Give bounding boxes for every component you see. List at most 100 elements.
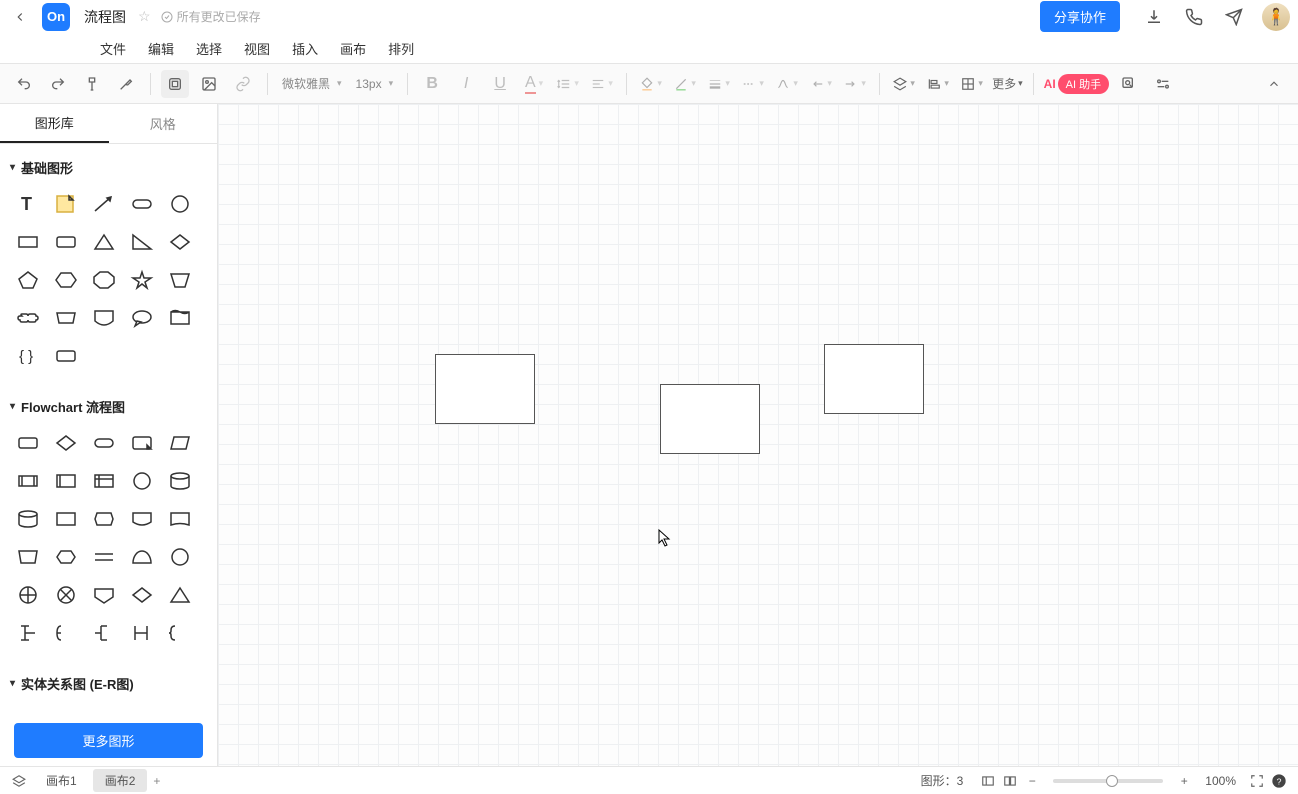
speech-shape[interactable] [124,301,160,335]
menu-canvas[interactable]: 画布 [340,39,366,58]
connector-button[interactable] [773,70,801,98]
octagon-shape[interactable] [86,263,122,297]
note-shape[interactable] [48,187,84,221]
xor-shape[interactable] [48,578,84,612]
stroke-style-button[interactable] [739,70,767,98]
canvas-rectangle[interactable] [824,344,924,414]
eyedropper-button[interactable] [112,70,140,98]
sum-shape[interactable] [10,578,46,612]
internal-storage-shape[interactable] [48,464,84,498]
add-sheet-button[interactable]: + [153,774,160,788]
hex-shape[interactable] [86,502,122,536]
send-icon[interactable] [1222,5,1246,29]
align-button[interactable] [588,70,616,98]
rect-shape[interactable] [10,225,46,259]
fill-color-button[interactable] [637,70,665,98]
card-shape[interactable] [48,339,84,373]
database-shape[interactable] [162,464,198,498]
star-shape[interactable] [124,263,160,297]
section-er[interactable]: ▾实体关系图 (E-R图) [10,668,207,699]
transfer-shape[interactable] [124,616,160,650]
manual-op-shape[interactable] [10,540,46,574]
parallel-shape[interactable] [86,540,122,574]
phone-icon[interactable] [1182,5,1206,29]
or-shape[interactable] [162,540,198,574]
terminator-shape[interactable] [86,426,122,460]
annotation2-shape[interactable] [10,616,46,650]
sidebar-tab-style[interactable]: 风格 [109,104,218,143]
sidebar-tab-shapes[interactable]: 图形库 [0,104,109,143]
delay-shape[interactable] [124,540,160,574]
group-button[interactable] [958,70,986,98]
connector-shape[interactable] [124,464,160,498]
zoom-slider[interactable] [1053,779,1163,783]
zoom-level[interactable]: 100% [1205,774,1236,788]
stroke-width-button[interactable] [705,70,733,98]
sort-shape[interactable] [124,578,160,612]
canvas-rectangle[interactable] [435,354,535,424]
canvas-rectangle[interactable] [660,384,760,454]
zoom-out-button[interactable]: − [1021,770,1043,792]
help-icon[interactable]: ? [1268,770,1290,792]
undo-button[interactable] [10,70,38,98]
favorite-icon[interactable]: ☆ [138,8,151,25]
find-button[interactable] [1115,70,1143,98]
annotation-shape[interactable] [124,426,160,460]
bold-button[interactable]: B [418,70,446,98]
text-shape[interactable]: T [10,187,46,221]
settings-button[interactable] [1149,70,1177,98]
container-button[interactable] [161,70,189,98]
toolbar-more[interactable]: 更多▾ [992,75,1023,92]
link-button[interactable] [229,70,257,98]
format-painter-button[interactable] [78,70,106,98]
canvas[interactable] [218,104,1298,766]
brace-shape[interactable] [162,616,198,650]
stroke-color-button[interactable] [671,70,699,98]
collapse-panel-button[interactable] [1260,70,1288,98]
data-shape[interactable] [162,426,198,460]
sheet-tab-1[interactable]: 画布1 [34,769,89,792]
folder-shape[interactable] [162,301,198,335]
line-spacing-button[interactable] [554,70,582,98]
extract-shape[interactable] [162,578,198,612]
image-button[interactable] [195,70,223,98]
document-title[interactable]: 流程图 [84,7,126,27]
trapezoid-shape[interactable] [162,263,198,297]
cylinder-shape[interactable] [10,502,46,536]
rounded-rect-shape[interactable] [124,187,160,221]
italic-button[interactable]: I [452,70,480,98]
decision-shape[interactable] [48,426,84,460]
sheet-tab-2[interactable]: 画布2 [93,769,148,792]
align-objects-button[interactable] [924,70,952,98]
fit-page-icon[interactable] [999,770,1021,792]
redo-button[interactable] [44,70,72,98]
triangle-shape[interactable] [86,225,122,259]
menu-arrange[interactable]: 排列 [388,39,414,58]
menu-view[interactable]: 视图 [244,39,270,58]
font-color-button[interactable]: A [520,70,548,98]
process-shape[interactable] [10,426,46,460]
bracket-shape[interactable] [86,616,122,650]
section-basic-shapes[interactable]: ▾基础图形 [10,152,207,183]
menu-edit[interactable]: 编辑 [148,39,174,58]
fullscreen-icon[interactable] [1246,770,1268,792]
wave-shape[interactable] [162,502,198,536]
rect-rounded-shape[interactable] [48,225,84,259]
shield-shape[interactable] [86,301,122,335]
display-shape[interactable] [124,502,160,536]
table-shape[interactable] [86,464,122,498]
font-size-select[interactable]: 13px [352,77,398,91]
preparation-shape[interactable] [48,540,84,574]
font-family-select[interactable]: 微软雅黑 [278,75,346,92]
doc-shape[interactable] [48,502,84,536]
right-triangle-shape[interactable] [124,225,160,259]
fit-width-icon[interactable] [977,770,999,792]
cloud-shape[interactable] [10,301,46,335]
hexagon-shape[interactable] [48,263,84,297]
user-avatar[interactable]: 🧍 [1262,3,1290,31]
pentagon-shape[interactable] [10,263,46,297]
section-flowchart[interactable]: ▾Flowchart 流程图 [10,391,207,422]
arrow-start-button[interactable] [807,70,835,98]
ai-assistant-button[interactable]: AI AI 助手 [1044,74,1109,94]
back-button[interactable] [8,5,32,29]
